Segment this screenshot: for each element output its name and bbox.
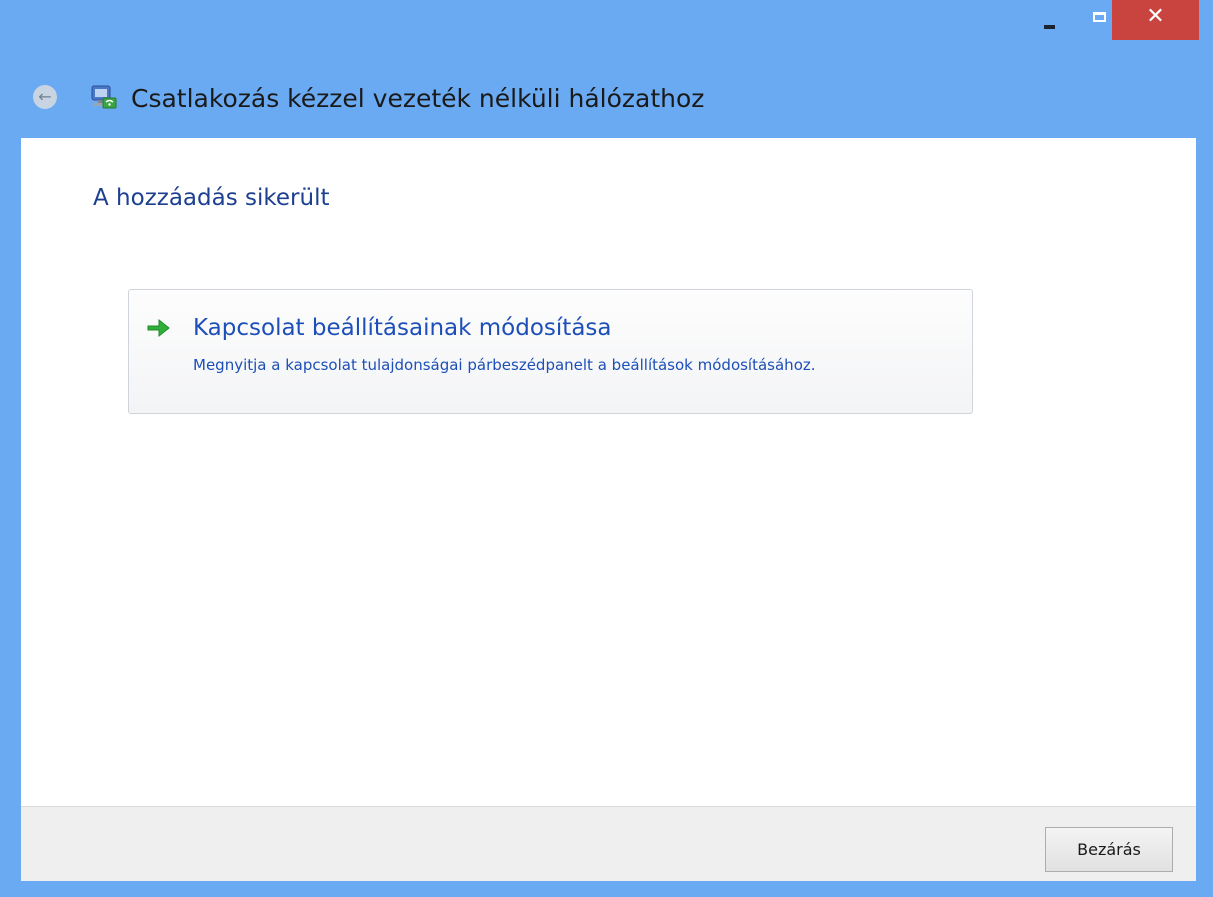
footer-bar: Bezárás: [21, 806, 1196, 881]
minimize-icon: [1043, 25, 1055, 29]
content-pane: A hozzáadás sikerült Kapcsolat beállítás…: [21, 138, 1196, 806]
dialog-window: ✕ ← Csatlakozás kézzel vezeték nélküli h…: [0, 0, 1213, 897]
change-connection-settings-link[interactable]: Kapcsolat beállításainak módosítása Megn…: [128, 289, 973, 414]
command-link-description: Megnyitja a kapcsolat tulajdonságai párb…: [193, 356, 816, 374]
wireless-network-icon: [91, 85, 117, 109]
green-arrow-icon: [147, 318, 170, 338]
close-button[interactable]: Bezárás: [1045, 827, 1173, 872]
back-button[interactable]: ←: [33, 85, 57, 109]
close-window-button[interactable]: ✕: [1112, 0, 1199, 40]
dialog-title: Csatlakozás kézzel vezeték nélküli hálóz…: [131, 84, 705, 113]
back-arrow-icon: ←: [38, 86, 52, 106]
navigation-bar: ← Csatlakozás kézzel vezeték nélküli hál…: [0, 74, 1213, 122]
maximize-icon: [1092, 12, 1106, 22]
close-icon: ✕: [1146, 4, 1165, 29]
success-heading: A hozzáadás sikerült: [93, 185, 330, 211]
command-link-title: Kapcsolat beállításainak módosítása: [193, 315, 612, 341]
minimize-button[interactable]: [1025, 0, 1073, 40]
